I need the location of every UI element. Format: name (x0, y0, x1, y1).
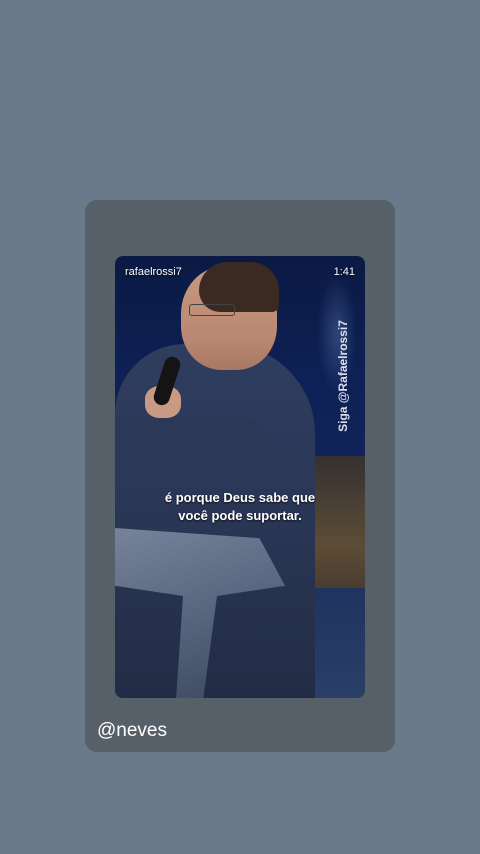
watermark-text: Siga @Rafaelrossi7 (336, 320, 350, 432)
channel-name[interactable]: rafaelrossi7 (125, 266, 182, 278)
video-caption: é porque Deus sabe que você pode suporta… (115, 489, 365, 525)
speaker-arm (115, 416, 265, 476)
glasses (189, 304, 235, 316)
video-duration: 1:41 (333, 266, 355, 278)
caption-line-2: você pode suportar. (178, 508, 302, 523)
story-card[interactable]: rafaelrossi7 1:41 Siga @Rafaelrossi7 é p… (85, 200, 395, 752)
story-username[interactable]: @neves (97, 720, 167, 742)
caption-line-1: é porque Deus sabe que (164, 490, 316, 505)
video-player[interactable]: rafaelrossi7 1:41 Siga @Rafaelrossi7 é p… (115, 256, 365, 698)
